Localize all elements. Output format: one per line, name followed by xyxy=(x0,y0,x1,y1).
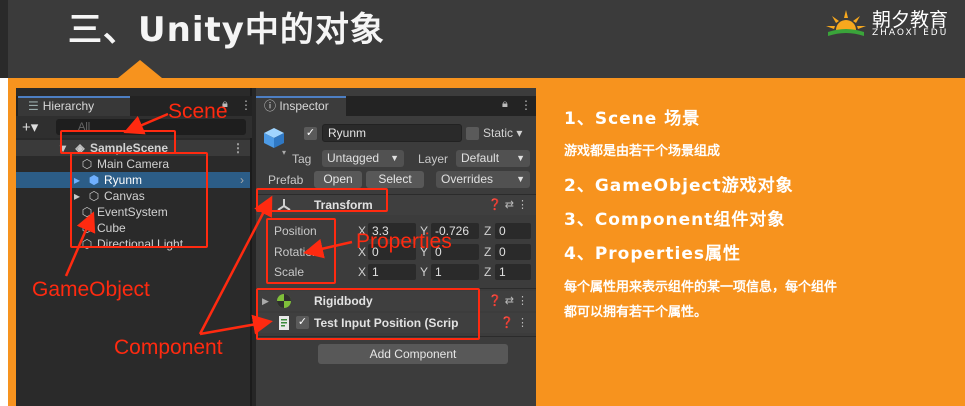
layer-dropdown[interactable]: Default ▼ xyxy=(456,150,530,167)
item-gameobject-heading: 2、GameObject游戏对象 xyxy=(564,176,794,196)
overrides-dropdown[interactable]: Overrides ▼ xyxy=(436,171,530,188)
chevron-right-icon[interactable]: › xyxy=(240,172,244,188)
properties-highlight-box xyxy=(266,218,336,284)
components-highlight-box xyxy=(256,288,480,340)
scale-x-field[interactable]: 1 xyxy=(368,264,416,280)
component-tools-icon[interactable]: ❓ ⋮ xyxy=(500,313,528,333)
icon-dropdown-arrow-icon[interactable]: ▾ xyxy=(282,148,286,157)
scene-menu-icon[interactable]: ⋮ xyxy=(232,140,244,156)
add-component-button[interactable]: Add Component xyxy=(318,344,508,364)
item-properties-heading: 4、Properties属性 xyxy=(564,244,742,264)
properties-annotation: Properties xyxy=(356,230,452,253)
scale-z-field[interactable]: 1 xyxy=(495,264,531,280)
add-plus-button[interactable]: +▾ xyxy=(22,118,38,136)
axis-z-label: Z xyxy=(484,224,492,238)
static-dropdown[interactable]: Static ▾ xyxy=(483,126,522,140)
scene-annotation: Scene xyxy=(168,100,228,123)
slide: 三、Unity中的对象 朝夕教育 ZHAOXI EDU ☰ Hierarchy … xyxy=(0,0,965,406)
list-icon: ☰ xyxy=(28,99,39,113)
rotation-z-field[interactable]: 0 xyxy=(495,244,531,260)
component-annotation: Component xyxy=(114,336,223,359)
layer-label: Layer xyxy=(418,152,449,166)
kebab-menu-icon[interactable]: ⋮ xyxy=(520,98,532,112)
static-label: Static xyxy=(483,126,514,140)
info-icon: ⓘ xyxy=(264,99,280,113)
position-z-field[interactable]: 0 xyxy=(495,223,531,239)
header-edge xyxy=(0,0,8,78)
transform-highlight-box xyxy=(256,188,388,212)
tag-dropdown[interactable]: Untagged ▼ xyxy=(322,150,404,167)
component-tools-icon[interactable]: ❓ ⇄ ⋮ xyxy=(488,195,528,215)
logo-english-text: ZHAOXI EDU xyxy=(872,28,949,38)
tab-inspector[interactable]: ⓘ Inspector xyxy=(256,96,346,116)
overrides-value: Overrides xyxy=(441,172,494,186)
item-scene-heading: 1、Scene 场景 xyxy=(564,109,701,129)
sunrise-logo-icon xyxy=(826,10,866,36)
gameobject-highlight-box xyxy=(70,152,208,248)
caret-down-icon: ▼ xyxy=(390,153,399,163)
logo: 朝夕教育 ZHAOXI EDU xyxy=(824,4,960,40)
gameobject-annotation: GameObject xyxy=(32,278,150,301)
inspector-tab-label: Inspector xyxy=(279,99,329,113)
static-checkbox[interactable] xyxy=(466,127,479,140)
gameobject-cube-icon xyxy=(264,128,284,148)
prefab-select-button[interactable]: Select xyxy=(366,171,424,188)
prefab-label: Prefab xyxy=(268,173,304,187)
tag-value: Untagged xyxy=(327,151,380,165)
component-tools-icon[interactable]: ❓ ⇄ ⋮ xyxy=(488,291,528,311)
axis-z-label: Z xyxy=(484,245,492,259)
scale-y-field[interactable]: 1 xyxy=(431,264,479,280)
inspector-tab-bar: ⓘ Inspector xyxy=(256,96,536,116)
axis-z-label: Z xyxy=(484,265,492,279)
caret-down-icon: ▼ xyxy=(516,153,525,163)
scene-highlight-box xyxy=(60,130,176,154)
kebab-menu-icon[interactable]: ⋮ xyxy=(240,98,252,112)
caret-down-icon: ▼ xyxy=(516,174,525,184)
active-checkbox[interactable]: ✓ xyxy=(304,127,317,140)
title-pointer xyxy=(118,60,162,78)
slide-title: 三、Unity中的对象 xyxy=(68,10,385,50)
prefab-open-button[interactable]: Open xyxy=(314,171,362,188)
item-properties-description-line2: 都可以拥有若干个属性。 xyxy=(564,305,708,320)
item-component-heading: 3、Component组件对象 xyxy=(564,210,786,230)
tag-label: Tag xyxy=(292,152,312,166)
layer-value: Default xyxy=(461,151,500,165)
lock-icon[interactable]: 🔒︎ xyxy=(502,98,508,111)
tab-hierarchy[interactable]: ☰ Hierarchy xyxy=(18,96,130,116)
object-name-field[interactable]: Ryunm xyxy=(322,124,462,142)
hierarchy-tab-label: Hierarchy xyxy=(42,99,95,113)
item-properties-description-line1: 每个属性用来表示组件的某一项信息，每个组件 xyxy=(564,280,838,295)
item-scene-description: 游戏都是由若干个场景组成 xyxy=(564,144,721,159)
axis-x-label: X xyxy=(358,265,367,279)
axis-y-label: Y xyxy=(420,265,429,279)
